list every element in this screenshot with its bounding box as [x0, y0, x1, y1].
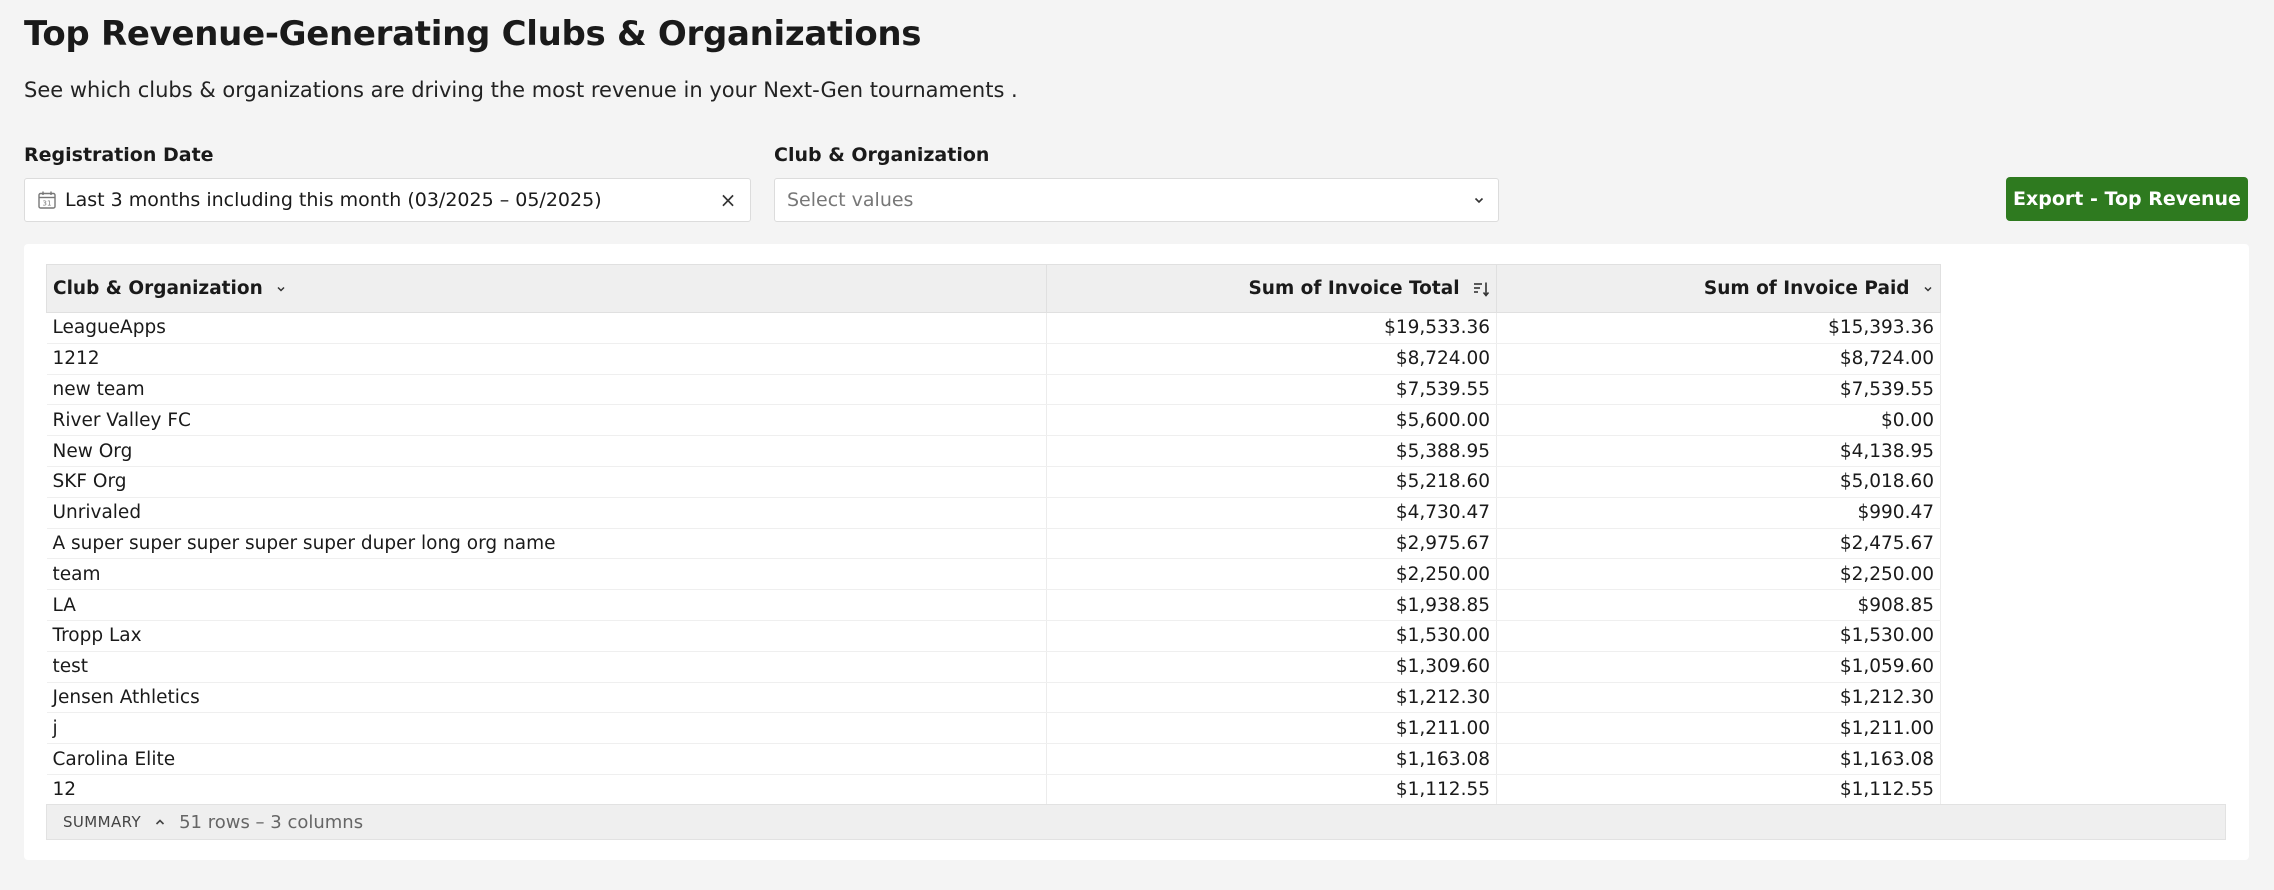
- results-card: Club & Organization Sum of Invoice Total: [24, 244, 2249, 860]
- registration-date-value: Last 3 months including this month (03/2…: [65, 189, 602, 211]
- summary-label: SUMMARY: [63, 813, 142, 831]
- page-title: Top Revenue-Generating Clubs & Organizat…: [24, 14, 922, 54]
- column-header-invoice-paid[interactable]: Sum of Invoice Paid: [1496, 264, 1941, 313]
- registration-date-filter[interactable]: 31 Last 3 months including this month (0…: [24, 178, 751, 222]
- cell-invoice-total: $19,533.36: [1046, 312, 1497, 344]
- cell-invoice-total: $5,388.95: [1046, 435, 1497, 467]
- cell-org: team: [46, 558, 1047, 591]
- table-row[interactable]: Jensen Athletics $1,212.30 $1,212.30: [46, 682, 1941, 714]
- cell-invoice-paid: $1,530.00: [1496, 620, 1941, 652]
- cell-invoice-total: $1,163.08: [1046, 743, 1497, 775]
- cell-org: Jensen Athletics: [46, 682, 1047, 714]
- cell-invoice-total: $1,212.30: [1046, 682, 1497, 714]
- table-row[interactable]: Tropp Lax $1,530.00 $1,530.00: [46, 620, 1941, 652]
- cell-invoice-paid: $1,163.08: [1496, 743, 1941, 775]
- page-subtitle: See which clubs & organizations are driv…: [24, 78, 1018, 102]
- column-header-label: Sum of Invoice Total: [1248, 278, 1460, 299]
- cell-org: j: [46, 712, 1047, 745]
- cell-org: LA: [46, 589, 1047, 621]
- cell-invoice-total: $5,600.00: [1046, 404, 1497, 437]
- cell-invoice-total: $5,218.60: [1046, 466, 1497, 498]
- export-top-revenue-button[interactable]: Export - Top Revenue: [2006, 177, 2248, 221]
- cell-org: LeagueApps: [46, 312, 1047, 344]
- table-row[interactable]: test $1,309.60 $1,059.60: [46, 651, 1941, 683]
- registration-date-label: Registration Date: [24, 144, 214, 166]
- cell-invoice-total: $2,250.00: [1046, 558, 1497, 591]
- cell-invoice-paid: $1,112.55: [1496, 774, 1941, 806]
- cell-org: River Valley FC: [46, 404, 1047, 437]
- table-row[interactable]: New Org $5,388.95 $4,138.95: [46, 435, 1941, 467]
- cell-invoice-total: $2,975.67: [1046, 528, 1497, 560]
- table-row[interactable]: Carolina Elite $1,163.08 $1,163.08: [46, 743, 1941, 775]
- cell-org: A super super super super super duper lo…: [46, 528, 1047, 560]
- cell-org: Unrivaled: [46, 497, 1047, 529]
- club-org-select[interactable]: Select values: [774, 178, 1499, 222]
- table-row[interactable]: SKF Org $5,218.60 $5,018.60: [46, 466, 1941, 498]
- table-row[interactable]: LeagueApps $19,533.36 $15,393.36: [46, 312, 1941, 344]
- revenue-table: Club & Organization Sum of Invoice Total: [46, 264, 1941, 806]
- cell-org: 1212: [46, 343, 1047, 375]
- cell-invoice-paid: $1,059.60: [1496, 651, 1941, 683]
- cell-invoice-total: $8,724.00: [1046, 343, 1497, 375]
- chevron-down-icon: [1474, 197, 1484, 204]
- cell-invoice-paid: $2,475.67: [1496, 528, 1941, 560]
- cell-org: Tropp Lax: [46, 620, 1047, 652]
- cell-invoice-total: $1,309.60: [1046, 651, 1497, 683]
- cell-invoice-paid: $15,393.36: [1496, 312, 1941, 344]
- cell-invoice-paid: $5,018.60: [1496, 466, 1941, 498]
- cell-invoice-paid: $4,138.95: [1496, 435, 1941, 467]
- cell-invoice-paid: $2,250.00: [1496, 558, 1941, 591]
- chevron-down-icon[interactable]: [1922, 283, 1934, 295]
- column-header-label: Sum of Invoice Paid: [1703, 278, 1910, 299]
- table-row[interactable]: A super super super super super duper lo…: [46, 528, 1941, 560]
- svg-text:31: 31: [43, 200, 52, 208]
- cell-invoice-total: $4,730.47: [1046, 497, 1497, 529]
- table-row[interactable]: River Valley FC $5,600.00 $0.00: [46, 404, 1941, 437]
- cell-org: Carolina Elite: [46, 743, 1047, 775]
- cell-org: 12: [46, 774, 1047, 806]
- club-org-placeholder: Select values: [787, 189, 914, 211]
- chevron-down-icon[interactable]: [275, 283, 287, 295]
- cell-org: New Org: [46, 435, 1047, 467]
- cell-invoice-paid: $908.85: [1496, 589, 1941, 621]
- cell-invoice-total: $1,530.00: [1046, 620, 1497, 652]
- cell-org: new team: [46, 374, 1047, 406]
- table-row[interactable]: Unrivaled $4,730.47 $990.47: [46, 497, 1941, 529]
- calendar-icon: 31: [38, 191, 56, 209]
- table-row[interactable]: LA $1,938.85 $908.85: [46, 589, 1941, 621]
- cell-invoice-total: $1,938.85: [1046, 589, 1497, 621]
- cell-invoice-total: $7,539.55: [1046, 374, 1497, 406]
- cell-org: SKF Org: [46, 466, 1047, 498]
- column-header-label: Club & Organization: [53, 278, 263, 299]
- table-container: Club & Organization Sum of Invoice Total: [46, 264, 1960, 806]
- table-row[interactable]: 1212 $8,724.00 $8,724.00: [46, 343, 1941, 375]
- cell-invoice-paid: $990.47: [1496, 497, 1941, 529]
- table-row[interactable]: j $1,211.00 $1,211.00: [46, 712, 1941, 745]
- table-row[interactable]: new team $7,539.55 $7,539.55: [46, 374, 1941, 406]
- table-header-row: Club & Organization Sum of Invoice Total: [46, 264, 1941, 313]
- cell-invoice-paid: $0.00: [1496, 404, 1941, 437]
- cell-invoice-paid: $1,212.30: [1496, 682, 1941, 714]
- sort-descending-icon[interactable]: [1472, 280, 1490, 298]
- table-row[interactable]: 12 $1,112.55 $1,112.55: [46, 774, 1941, 806]
- column-header-club-org[interactable]: Club & Organization: [46, 264, 1047, 313]
- column-header-invoice-total[interactable]: Sum of Invoice Total: [1046, 264, 1497, 313]
- summary-row-count: 51 rows – 3 columns: [179, 811, 364, 833]
- cell-org: test: [46, 651, 1047, 683]
- cell-invoice-paid: $1,211.00: [1496, 712, 1941, 745]
- table-body: LeagueApps $19,533.36 $15,393.36 1212 $8,72…: [46, 312, 1941, 806]
- cell-invoice-total: $1,211.00: [1046, 712, 1497, 745]
- club-org-label: Club & Organization: [774, 144, 990, 166]
- chevron-up-icon[interactable]: [153, 815, 167, 829]
- summary-bar[interactable]: SUMMARY 51 rows – 3 columns: [46, 804, 2226, 840]
- cell-invoice-paid: $8,724.00: [1496, 343, 1941, 375]
- cell-invoice-paid: $7,539.55: [1496, 374, 1941, 406]
- table-row[interactable]: team $2,250.00 $2,250.00: [46, 558, 1941, 591]
- close-icon[interactable]: ×: [718, 188, 738, 212]
- cell-invoice-total: $1,112.55: [1046, 774, 1497, 806]
